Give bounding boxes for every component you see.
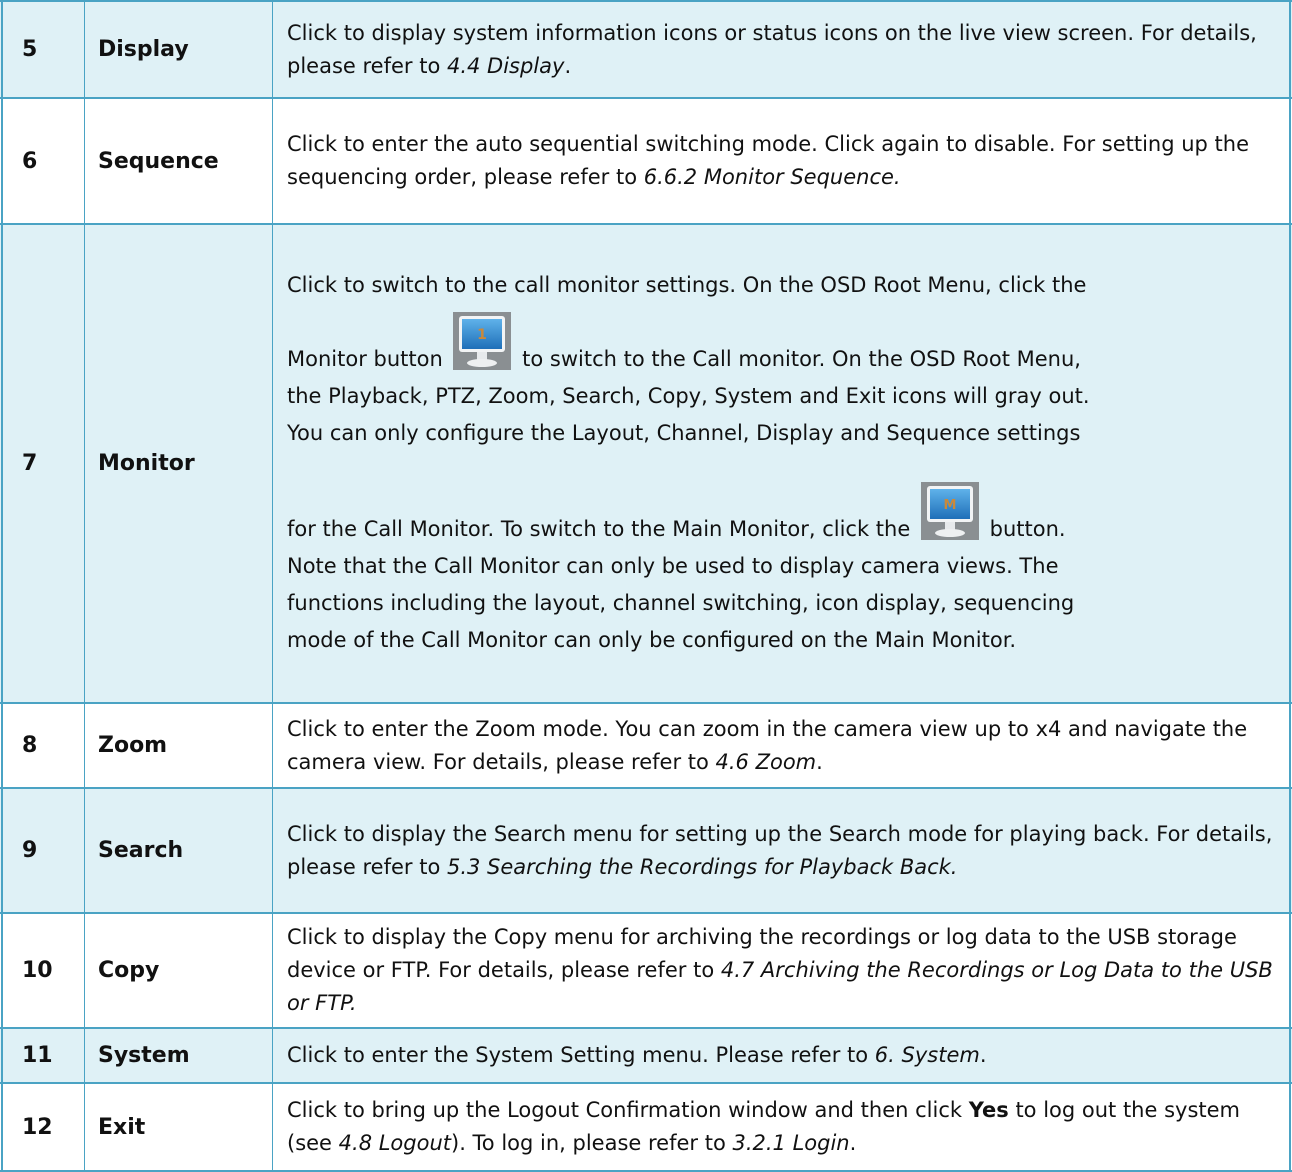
row-number: 10 [22,958,53,983]
row-function-name: Search [98,838,184,863]
section-reference: 4.6 Zoom [715,749,817,774]
yes-label: Yes [968,1098,1009,1122]
table-row: 8 Zoom Click to enter the Zoom mode. You… [0,702,1292,787]
table-row: 12 Exit Click to bring up the Logout Con… [0,1082,1292,1172]
row-description: Click to bring up the Logout Confirmatio… [287,1098,1241,1155]
table-row: 7 Monitor Click to switch to the call mo… [0,223,1292,702]
main-monitor-icon: M [920,482,979,540]
functions-table: 5 Display Click to display system inform… [0,0,1292,1172]
row-function-name: Monitor [98,451,195,476]
table-row: 6 Sequence Click to enter the auto seque… [0,97,1292,223]
row-function-name: Exit [98,1114,146,1140]
table-row: 10 Copy Click to display the Copy menu f… [0,912,1292,1027]
row-number: 9 [22,838,38,863]
row-number: 12 [22,1114,53,1140]
row-number: 8 [22,733,38,758]
row-description: Click to switch to the call monitor sett… [287,273,1090,652]
column-divider [84,0,85,1172]
row-function-name: System [98,1043,190,1068]
column-divider [1,0,3,1172]
table-row: 5 Display Click to display system inform… [0,0,1292,97]
column-divider [272,0,273,1172]
svg-text:M: M [943,498,956,513]
row-number: 6 [22,148,38,174]
row-description: Click to display the Copy menu for archi… [287,925,1273,1015]
row-number: 11 [22,1043,53,1068]
row-number: 5 [22,37,38,62]
row-description: Click to enter the auto sequential switc… [287,132,1250,189]
call-monitor-icon: 1 [453,312,512,370]
row-function-name: Sequence [98,148,219,174]
svg-text:1: 1 [478,327,488,343]
section-reference: 4.4 Display [446,53,565,78]
table-row: 9 Search Click to display the Search men… [0,787,1292,912]
row-function-name: Copy [98,958,160,983]
row-description: Click to display the Search menu for set… [287,821,1273,879]
section-reference: 5.3 Searching the Recordings for Playbac… [446,854,958,879]
row-number: 7 [22,451,38,476]
row-description: Click to display system information icon… [287,20,1257,78]
table-row: 11 System Click to enter the System Sett… [0,1027,1292,1082]
row-function-name: Display [98,37,189,62]
row-description: Click to enter the Zoom mode. You can zo… [287,716,1248,774]
section-reference: 6.6.2 Monitor Sequence. [643,165,901,189]
row-description: Click to enter the System Setting menu. … [287,1043,987,1067]
section-reference: 3.2.1 Login [732,1131,850,1155]
column-divider [1289,0,1291,1172]
section-reference: 6. System [874,1043,980,1067]
row-function-name: Zoom [98,733,168,758]
section-reference: 4.8 Logout [338,1131,451,1155]
